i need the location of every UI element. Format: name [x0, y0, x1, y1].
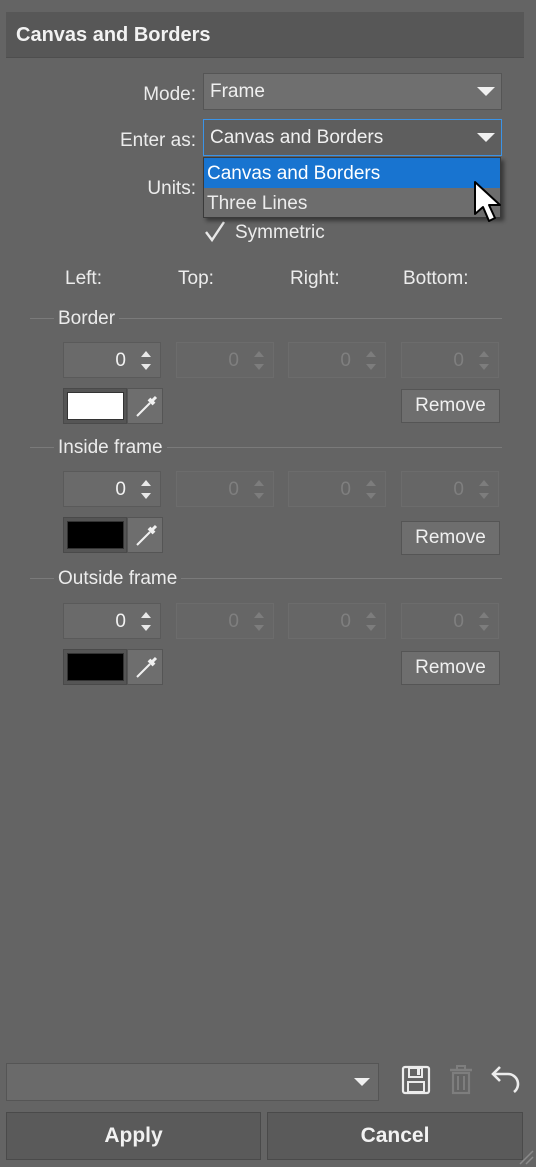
border-left-stepper[interactable]: 0	[63, 342, 161, 378]
spin-down-icon[interactable]	[141, 625, 151, 631]
chevron-down-icon	[354, 1078, 370, 1086]
outside-frame-right-stepper: 0	[288, 603, 386, 639]
inside-frame-eyedropper-button[interactable]	[127, 517, 163, 553]
spin-down-icon[interactable]	[141, 493, 151, 499]
inside-frame-bottom-value: 0	[453, 479, 464, 500]
spin-up-icon	[479, 351, 489, 357]
color-fill	[67, 521, 124, 549]
spin-down-icon	[479, 364, 489, 370]
panel-title: Canvas and Borders	[16, 24, 211, 46]
border-right-stepper: 0	[288, 342, 386, 378]
border-section-title: Border	[54, 308, 120, 330]
outside-frame-color-swatch[interactable]	[63, 649, 127, 685]
eyedropper-icon	[136, 395, 158, 417]
outside-frame-bottom-value: 0	[453, 611, 464, 632]
column-right-label: Right:	[290, 268, 340, 289]
spin-up-icon	[366, 480, 376, 486]
spin-up-icon	[366, 612, 376, 618]
border-top-stepper: 0	[176, 342, 274, 378]
border-left-value: 0	[115, 350, 126, 371]
outside-frame-section-title: Outside frame	[54, 568, 182, 590]
outside-frame-remove-button[interactable]: Remove	[401, 651, 500, 685]
column-top-label: Top:	[178, 268, 214, 289]
border-color-swatch[interactable]	[63, 388, 127, 424]
chevron-down-icon	[477, 133, 495, 142]
spin-up-icon	[254, 480, 264, 486]
preset-select[interactable]	[6, 1063, 379, 1101]
cursor-icon	[474, 181, 501, 222]
outside-frame-bottom-stepper: 0	[401, 603, 499, 639]
symmetric-checkbox[interactable]	[203, 220, 227, 244]
spin-up-icon[interactable]	[141, 612, 151, 618]
enter-as-label: Enter as:	[119, 130, 196, 151]
spin-up-icon	[254, 351, 264, 357]
inside-frame-remove-button[interactable]: Remove	[401, 521, 500, 555]
spin-up-icon	[254, 612, 264, 618]
undo-icon[interactable]	[488, 1064, 522, 1096]
color-fill	[67, 653, 124, 681]
dropdown-option-three-lines[interactable]: Three Lines	[204, 188, 500, 218]
chevron-down-icon	[477, 87, 495, 96]
outside-frame-top-value: 0	[228, 611, 239, 632]
eyedropper-icon	[136, 524, 158, 546]
spin-up-icon	[479, 480, 489, 486]
border-bottom-stepper: 0	[401, 342, 499, 378]
spin-down-icon	[254, 364, 264, 370]
spin-up-icon	[479, 612, 489, 618]
enter-as-dropdown-list[interactable]: Canvas and Borders Three Lines	[203, 157, 501, 218]
dropdown-option-canvas-and-borders[interactable]: Canvas and Borders	[204, 158, 500, 188]
inside-frame-section-title: Inside frame	[54, 437, 167, 459]
inside-frame-color-swatch[interactable]	[63, 517, 127, 553]
outside-frame-right-value: 0	[340, 611, 351, 632]
outside-frame-left-stepper[interactable]: 0	[63, 603, 161, 639]
eyedropper-icon	[136, 656, 158, 678]
inside-frame-left-value: 0	[115, 479, 126, 500]
spin-down-icon	[366, 364, 376, 370]
inside-frame-top-value: 0	[228, 479, 239, 500]
spin-down-icon[interactable]	[141, 364, 151, 370]
column-left-label: Left:	[65, 268, 102, 289]
apply-button[interactable]: Apply	[6, 1112, 261, 1160]
mode-label: Mode:	[143, 84, 196, 105]
color-fill	[67, 392, 124, 420]
trash-icon	[450, 1065, 472, 1095]
inside-frame-left-stepper[interactable]: 0	[63, 471, 161, 507]
mode-value: Frame	[210, 81, 265, 102]
symmetric-label: Symmetric	[235, 222, 325, 243]
inside-frame-top-stepper: 0	[176, 471, 274, 507]
outside-frame-left-value: 0	[115, 611, 126, 632]
enter-as-select[interactable]: Canvas and Borders	[203, 119, 502, 156]
spin-up-icon[interactable]	[141, 480, 151, 486]
spin-down-icon	[254, 493, 264, 499]
resize-grip-icon[interactable]	[518, 1149, 534, 1165]
spin-down-icon	[366, 493, 376, 499]
save-icon[interactable]	[401, 1065, 431, 1095]
border-eyedropper-button[interactable]	[127, 388, 163, 424]
checkmark-icon	[205, 221, 225, 243]
spin-up-icon	[366, 351, 376, 357]
outside-frame-eyedropper-button[interactable]	[127, 649, 163, 685]
spin-down-icon	[254, 625, 264, 631]
mode-select[interactable]: Frame	[203, 73, 502, 110]
border-right-value: 0	[340, 350, 351, 371]
inside-frame-bottom-stepper: 0	[401, 471, 499, 507]
column-bottom-label: Bottom:	[403, 268, 469, 289]
enter-as-value: Canvas and Borders	[210, 127, 384, 148]
inside-frame-right-value: 0	[340, 479, 351, 500]
spin-down-icon	[366, 625, 376, 631]
cancel-button[interactable]: Cancel	[267, 1112, 523, 1160]
border-remove-button[interactable]: Remove	[401, 389, 500, 423]
spin-down-icon	[479, 493, 489, 499]
units-label: Units:	[147, 178, 196, 199]
border-bottom-value: 0	[453, 350, 464, 371]
inside-frame-right-stepper: 0	[288, 471, 386, 507]
spin-up-icon[interactable]	[141, 351, 151, 357]
border-top-value: 0	[228, 350, 239, 371]
spin-down-icon	[479, 625, 489, 631]
outside-frame-top-stepper: 0	[176, 603, 274, 639]
